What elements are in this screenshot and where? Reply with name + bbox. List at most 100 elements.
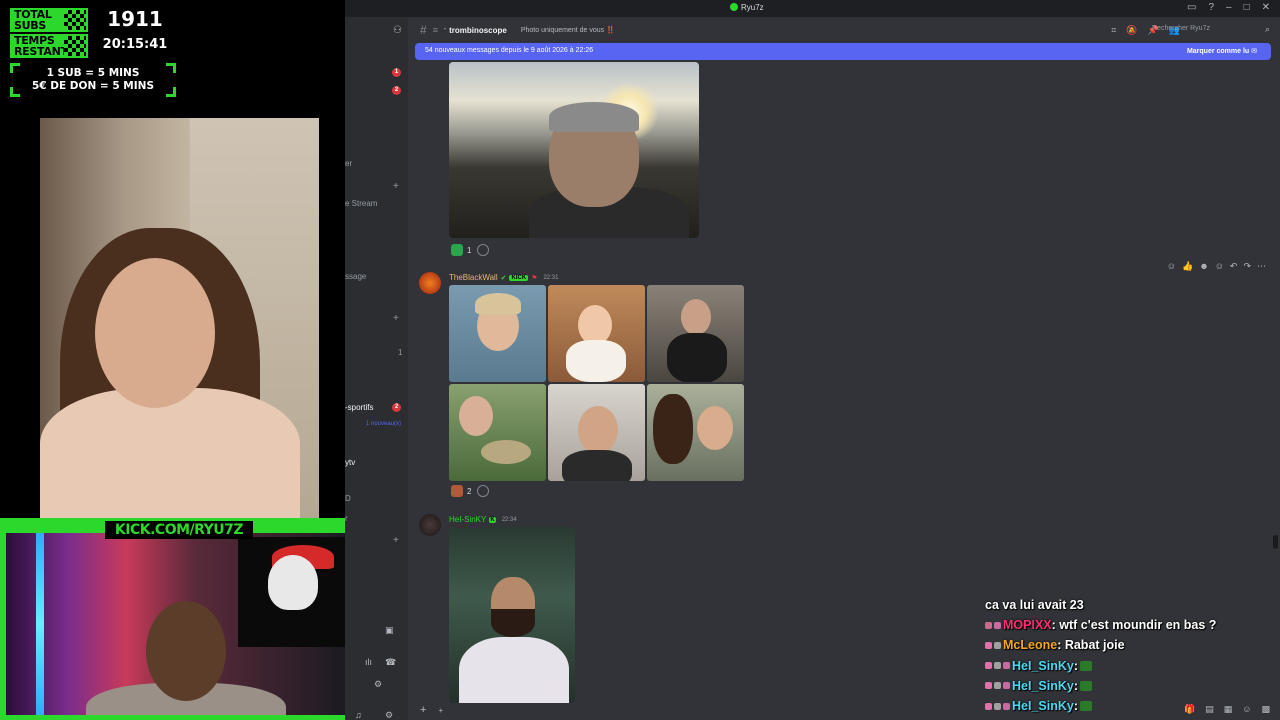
sidebar-category-er[interactable]: er bbox=[345, 159, 352, 168]
gallery-photo[interactable] bbox=[647, 384, 744, 481]
activity-icon[interactable]: ⚙ bbox=[374, 679, 382, 690]
sidebar-item-stream[interactable]: e Stream bbox=[345, 199, 377, 208]
rule-sub: 1 SUB = 5 MINS bbox=[46, 67, 140, 79]
photo-body bbox=[566, 340, 626, 382]
chat-username: HeI_SinKy bbox=[1012, 658, 1074, 673]
photo-fish bbox=[481, 440, 531, 464]
channel-topic-text: Photo uniquement de vous bbox=[520, 27, 605, 34]
total-subs-value: 1911 bbox=[107, 7, 163, 31]
add-channel-icon[interactable]: + bbox=[393, 181, 399, 192]
gallery-photo[interactable] bbox=[548, 285, 645, 382]
photo-body bbox=[667, 333, 727, 382]
window-controls: ▭ ? – □ ✕ bbox=[1187, 2, 1270, 13]
photo-face bbox=[459, 396, 493, 436]
disconnect-icon[interactable]: ☎ bbox=[385, 657, 396, 668]
badge-icon bbox=[985, 642, 992, 649]
gallery-photo[interactable] bbox=[449, 384, 546, 481]
avatar[interactable] bbox=[419, 272, 441, 294]
threads-icon[interactable]: ≡ bbox=[433, 25, 438, 35]
minimize-button[interactable]: – bbox=[1226, 2, 1232, 13]
more-icon[interactable]: ⋯ bbox=[1257, 261, 1266, 272]
search-input[interactable]: Rechercher Ryu7z ⌕ bbox=[1144, 22, 1276, 38]
inbox-icon[interactable]: ▭ bbox=[1187, 2, 1196, 13]
reply-icon[interactable]: ↶ bbox=[1230, 261, 1238, 272]
check-mark-icon bbox=[451, 244, 463, 256]
stream-overlay: TOTAL SUBS 1911 TEMPS RESTANT 20:15:41 1… bbox=[0, 0, 358, 720]
reaction-check[interactable]: 1 bbox=[451, 244, 471, 256]
badge-icon bbox=[994, 662, 1001, 670]
chat-line: MOPIXX : wtf c'est moundir en bas ? bbox=[985, 615, 1275, 635]
chat-line: HeI_SinKy : bbox=[985, 676, 1275, 696]
avatar[interactable] bbox=[419, 514, 441, 536]
gallery-photo[interactable] bbox=[548, 384, 645, 481]
badge-icon bbox=[1003, 682, 1010, 690]
chat-line: McLeone : Rabat joie bbox=[985, 635, 1275, 655]
mark-as-read-button[interactable]: Marquer comme lu ✉ bbox=[1187, 47, 1257, 55]
badge-icon bbox=[994, 642, 1001, 649]
message-actions: ☺ 👍 ☻ ☺ ↶ ↷ ⋯ bbox=[1167, 261, 1266, 272]
add-channel-icon[interactable]: + bbox=[393, 535, 399, 546]
help-icon[interactable]: ? bbox=[1208, 2, 1214, 13]
sidebar-item-message[interactable]: ssage bbox=[345, 272, 366, 281]
screen-share-icon[interactable]: ▣ bbox=[385, 625, 394, 636]
gallery-photo[interactable] bbox=[449, 285, 546, 382]
person-emoji-icon bbox=[451, 485, 463, 497]
message-image[interactable] bbox=[449, 62, 699, 238]
channel-header: # ≡ • trombinoscope Photo uniquement de … bbox=[408, 17, 1280, 43]
guest-webcam bbox=[40, 118, 319, 518]
add-channel-icon[interactable]: + bbox=[393, 313, 399, 324]
badge-icon bbox=[994, 682, 1001, 690]
webcam-person-body bbox=[40, 388, 300, 518]
settings-icon[interactable]: ⚙ bbox=[385, 710, 393, 720]
sidebar-item-sportifs[interactable]: -sportifs bbox=[345, 403, 373, 412]
forward-icon[interactable]: ↷ bbox=[1243, 261, 1251, 272]
reaction-shortcut-icon[interactable]: ☺ bbox=[1167, 261, 1176, 272]
chat-line: HeI_SinKy : bbox=[985, 656, 1275, 676]
gallery-photo[interactable] bbox=[647, 285, 744, 382]
photo-person-cap bbox=[549, 102, 639, 132]
badge-icon bbox=[985, 621, 992, 629]
dot-icon: • bbox=[443, 27, 447, 33]
checkered-flag-icon bbox=[64, 10, 86, 30]
chat-line: ca va lui avait 23 bbox=[985, 595, 1275, 615]
maximize-button[interactable]: □ bbox=[1244, 2, 1250, 13]
photo-face bbox=[697, 406, 733, 450]
add-reaction-icon[interactable] bbox=[477, 485, 490, 497]
reaction-shortcut-icon[interactable]: ☻ bbox=[1199, 261, 1208, 272]
sidebar-item-ytv[interactable]: ytv bbox=[345, 458, 355, 467]
timestamp: 22:31 bbox=[543, 274, 559, 281]
channel-topic[interactable]: Photo uniquement de vous ‼️ bbox=[521, 26, 615, 34]
message-image[interactable] bbox=[449, 527, 575, 703]
timestamp: 22:34 bbox=[501, 516, 517, 523]
threads-icon[interactable]: ⌗ bbox=[1111, 25, 1116, 36]
badge-icon bbox=[985, 702, 992, 710]
add-attachment-icon[interactable]: + bbox=[420, 704, 426, 716]
new-messages-bar[interactable]: 54 nouveaux messages depuis le 9 août 20… bbox=[415, 43, 1271, 60]
new-messages-label[interactable]: 1 nouveau(x) bbox=[366, 421, 401, 427]
author-name[interactable]: HeI-SinKY bbox=[449, 515, 486, 524]
chat-username: HeI_SinKy bbox=[1012, 699, 1074, 714]
reaction-person[interactable]: 2 bbox=[451, 485, 471, 497]
emote-icon bbox=[1080, 660, 1093, 671]
chat-message: : wtf c'est moundir en bas ? bbox=[1051, 618, 1217, 633]
badge-icon bbox=[1003, 702, 1010, 710]
plus-small-icon[interactable]: + bbox=[438, 706, 443, 715]
add-reaction-icon[interactable]: ☺ bbox=[1215, 261, 1224, 272]
sidebar-item-r[interactable]: r bbox=[345, 514, 348, 523]
headset-icon[interactable]: ♫ bbox=[355, 710, 362, 720]
add-reaction-icon[interactable] bbox=[477, 244, 490, 256]
close-button[interactable]: ✕ bbox=[1262, 2, 1270, 13]
add-friend-icon[interactable]: ⚇ bbox=[393, 25, 402, 36]
author-name[interactable]: TheBlackWall bbox=[449, 273, 498, 282]
notifications-icon[interactable]: 🔕 bbox=[1126, 25, 1137, 36]
reaction-count: 2 bbox=[467, 486, 472, 496]
sidebar-item-d[interactable]: D bbox=[345, 494, 351, 503]
photo-person-beard bbox=[491, 609, 535, 637]
double-exclamation-icon: ‼️ bbox=[606, 27, 615, 34]
verified-icon: ✔ bbox=[500, 274, 507, 282]
streamer-webcam bbox=[6, 533, 349, 715]
soundboard-icon[interactable]: ılı bbox=[365, 657, 372, 667]
window-title-text: Ryu7z bbox=[741, 3, 764, 12]
scrollbar[interactable] bbox=[1273, 535, 1278, 549]
thumbs-up-icon[interactable]: 👍 bbox=[1182, 261, 1193, 272]
